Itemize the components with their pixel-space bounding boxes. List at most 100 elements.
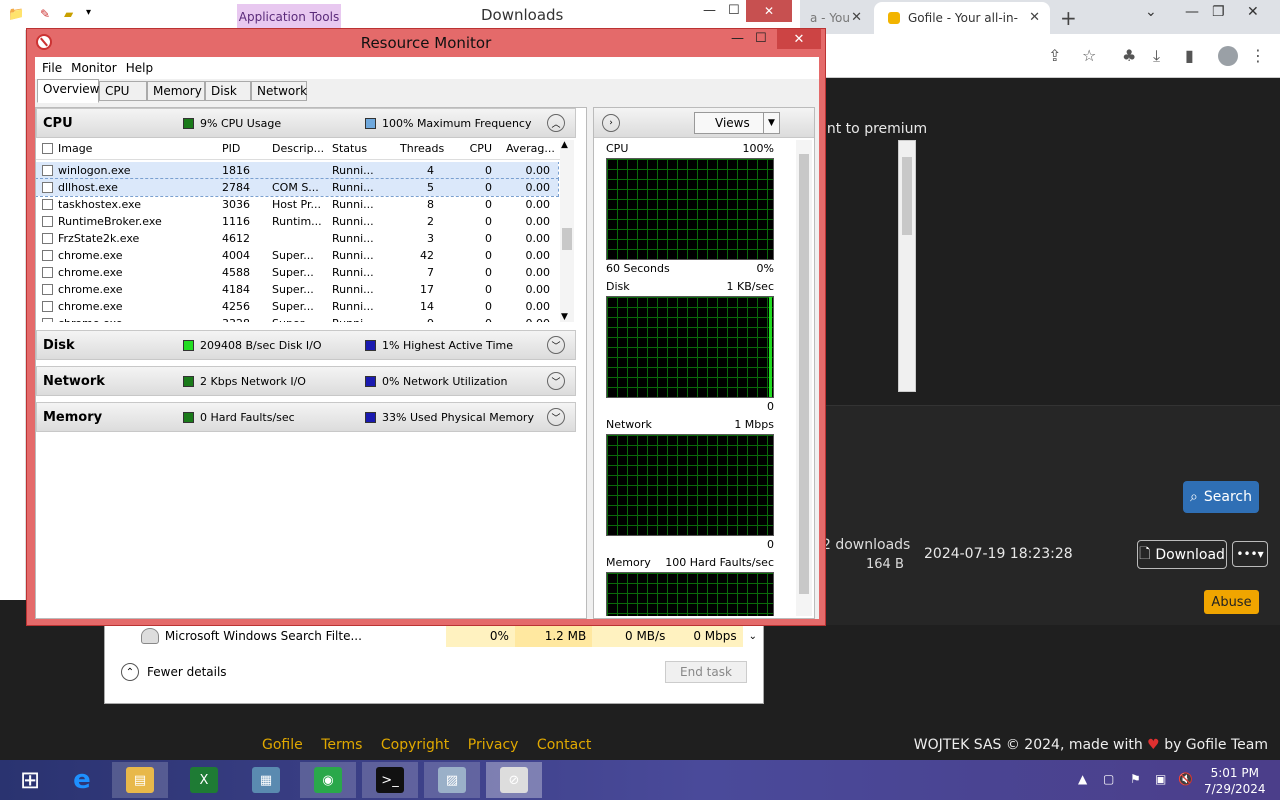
network-icon[interactable]: ▣	[1155, 772, 1166, 786]
close-icon[interactable]: ✕	[777, 29, 821, 49]
footer-link-contact[interactable]: Contact	[537, 737, 591, 753]
table-row[interactable]: FrzState2k.exe 4612 Runni... 3 0 0.00	[36, 230, 558, 247]
column-header-pid[interactable]: PID	[222, 142, 240, 155]
menu-monitor[interactable]: Monitor	[71, 61, 117, 75]
application-tools-tab[interactable]: Application Tools	[237, 4, 341, 30]
network-section-header[interactable]: Network 2 Kbps Network I/O 0% Network Ut…	[36, 366, 576, 396]
tab-cpu[interactable]: CPU	[99, 81, 147, 101]
maximize-icon[interactable]: ☐	[755, 31, 767, 46]
table-row[interactable]: chrome.exe 4256 Super... Runni... 14 0 0.00	[36, 298, 558, 315]
abuse-button[interactable]: Abuse	[1204, 590, 1259, 614]
more-options-button[interactable]: •••▾	[1232, 541, 1268, 567]
chevron-down-icon[interactable]: ﹀	[547, 408, 565, 426]
extensions-icon[interactable]: ♣	[1122, 46, 1136, 65]
row-checkbox[interactable]	[42, 284, 53, 295]
fewer-details-button[interactable]: ⌃ Fewer details	[121, 663, 227, 681]
resource-monitor-title-bar[interactable]: Resource Monitor — ☐ ✕	[27, 29, 825, 56]
scrollbar-thumb[interactable]	[562, 228, 572, 250]
chevron-up-icon[interactable]: ︿	[547, 114, 565, 132]
close-icon[interactable]: ✕	[746, 0, 792, 22]
table-row[interactable]: RuntimeBroker.exe 1116 Runtim... Runni... 2 0…	[36, 213, 558, 230]
chevron-down-icon[interactable]: ﹀	[547, 372, 565, 390]
taskbar-button[interactable]: ⊞	[2, 762, 58, 798]
maximize-icon[interactable]: ☐	[728, 3, 740, 18]
close-icon[interactable]: ✕	[1247, 4, 1259, 20]
scrollbar-thumb[interactable]	[902, 157, 912, 235]
disk-section-header[interactable]: Disk 209408 B/sec Disk I/O 1% Highest Ac…	[36, 330, 576, 360]
footer-link-gofile[interactable]: Gofile	[262, 737, 303, 753]
system-clock[interactable]: 5:01 PM 7/29/2024	[1204, 765, 1266, 797]
close-icon[interactable]: ✕	[1029, 10, 1040, 25]
column-header-description[interactable]: Descrip...	[272, 142, 324, 155]
process-scrollbar[interactable]: ▲ ▼	[560, 140, 574, 322]
taskbar-button[interactable]: ▨	[424, 762, 480, 798]
tab-overview[interactable]: Overview	[37, 79, 100, 103]
properties-icon[interactable]: ✎	[40, 7, 50, 21]
graph-scrollbar[interactable]	[796, 140, 812, 616]
taskbar-button[interactable]: e	[54, 762, 110, 798]
new-folder-icon[interactable]: ▰	[64, 7, 73, 21]
taskbar-button[interactable]: ▦	[238, 762, 294, 798]
chevron-down-icon[interactable]: ⌄	[749, 631, 757, 642]
row-checkbox[interactable]	[42, 199, 53, 210]
row-checkbox[interactable]	[42, 250, 53, 261]
table-row[interactable]: chrome.exe 4588 Super... Runni... 7 0 0.00	[36, 264, 558, 281]
footer-link-terms[interactable]: Terms	[321, 737, 362, 753]
memory-section-header[interactable]: Memory 0 Hard Faults/sec 33% Used Physic…	[36, 402, 576, 432]
taskbar-button[interactable]: ⊘	[486, 762, 542, 798]
share-icon[interactable]: ⇪	[1048, 46, 1061, 65]
column-header-status[interactable]: Status	[332, 142, 367, 155]
download-button[interactable]: 🗋 Download	[1137, 540, 1227, 569]
action-center-icon[interactable]: ▢	[1103, 772, 1114, 786]
taskbar-button[interactable]: ◉	[300, 762, 356, 798]
row-checkbox[interactable]	[42, 182, 53, 193]
tab-memory[interactable]: Memory	[147, 81, 205, 101]
row-checkbox[interactable]	[42, 216, 53, 227]
flag-alert-icon[interactable]: ⚑	[1130, 772, 1141, 786]
tray-expand-icon[interactable]: ▲	[1078, 772, 1087, 786]
taskbar-button[interactable]: >_	[362, 762, 418, 798]
scroll-up-icon[interactable]: ▲	[561, 140, 568, 150]
column-header-cpu[interactable]: CPU	[456, 142, 492, 155]
star-icon[interactable]: ☆	[1082, 46, 1096, 65]
row-checkbox[interactable]	[42, 318, 53, 322]
select-all-checkbox[interactable]	[42, 143, 53, 154]
row-checkbox[interactable]	[42, 267, 53, 278]
profile-avatar[interactable]	[1218, 46, 1238, 66]
minimize-icon[interactable]: —	[731, 31, 744, 46]
table-row[interactable]: taskhostex.exe 3036 Host Pr... Runni... 8 0 0.…	[36, 196, 558, 213]
tab-network[interactable]: Network	[251, 81, 307, 101]
taskbar-button[interactable]: ▤	[112, 762, 168, 798]
tab-disk[interactable]: Disk	[205, 81, 251, 101]
chevron-down-icon[interactable]: ﹀	[547, 336, 565, 354]
row-checkbox[interactable]	[42, 301, 53, 312]
menu-help[interactable]: Help	[126, 61, 153, 75]
menu-file[interactable]: File	[42, 61, 62, 75]
taskbar-button[interactable]: X	[176, 762, 232, 798]
column-header-average[interactable]: Averag...	[506, 142, 555, 155]
column-header-image[interactable]: Image	[58, 142, 92, 155]
cpu-section-header[interactable]: CPU 9% CPU Usage 100% Maximum Frequency …	[36, 108, 576, 138]
minimize-icon[interactable]: —	[1185, 4, 1199, 20]
page-scrollbar[interactable]	[898, 140, 916, 392]
chevron-right-icon[interactable]: ›	[602, 114, 620, 132]
footer-link-copyright[interactable]: Copyright	[381, 737, 449, 753]
table-row[interactable]: winlogon.exe 1816 Runni... 4 0 0.00	[36, 162, 559, 180]
minimize-icon[interactable]: —	[703, 3, 716, 18]
table-row[interactable]: dllhost.exe 2784 COM S... Runni... 5 0 0.00	[36, 178, 559, 197]
chevron-down-icon[interactable]: ▾	[86, 7, 91, 18]
scroll-down-icon[interactable]: ▼	[561, 312, 568, 322]
end-task-button[interactable]: End task	[665, 661, 747, 683]
browser-tab-gofile[interactable]: Gofile - Your all-in- ✕	[874, 2, 1050, 34]
views-dropdown[interactable]: Views ▼	[694, 112, 780, 134]
more-vert-icon[interactable]: ⋮	[1250, 46, 1266, 65]
row-checkbox[interactable]	[42, 165, 53, 176]
close-icon[interactable]: ✕	[851, 10, 862, 25]
scrollbar-thumb[interactable]	[799, 154, 809, 594]
new-tab-icon[interactable]: +	[1060, 6, 1077, 30]
table-row[interactable]: chrome.exe 4184 Super... Runni... 17 0 0.00	[36, 281, 558, 298]
column-header-threads[interactable]: Threads	[400, 142, 444, 155]
chevron-down-icon[interactable]: ▼	[763, 113, 779, 133]
restore-icon[interactable]: ❐	[1212, 4, 1225, 20]
chevron-down-icon[interactable]: ⌄	[1145, 4, 1157, 20]
